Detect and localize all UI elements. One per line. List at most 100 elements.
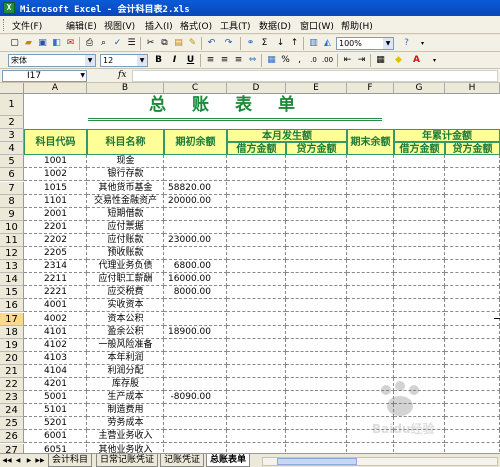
header-code[interactable]: 科目代码 [24,129,87,156]
grid-cell[interactable] [347,299,394,313]
align-center-icon[interactable]: ≡ [218,54,231,67]
opening-balance-cell[interactable]: 23000.00 [164,234,227,247]
header-credit[interactable]: 贷方金额 [286,142,347,156]
borders-icon[interactable]: ▦ [374,54,387,67]
account-name-cell[interactable]: 利润分配 [87,365,164,378]
grid-cell[interactable] [445,325,500,339]
tab-accounting-subjects[interactable]: 会计科目 [48,454,93,467]
zoom-select[interactable]: 100% ▼ [336,37,394,50]
grid-cell[interactable] [445,273,500,287]
column-header-e[interactable]: E [286,83,347,94]
grid-cell[interactable] [347,325,394,339]
grid-cell[interactable] [347,338,394,352]
undo-icon[interactable]: ↶ [205,37,218,50]
grid-cell[interactable] [445,364,500,378]
grid-cell[interactable] [445,312,500,326]
grid-cell[interactable] [445,299,500,313]
account-name-cell[interactable]: 交易性金融资产 [87,195,164,208]
grid-cell[interactable] [286,220,347,234]
sort-descending-icon[interactable]: ↑ [288,37,301,50]
grid-cell[interactable] [227,430,286,444]
account-name-cell[interactable]: 盈余公积 [87,326,164,339]
grid-cell[interactable] [394,247,445,261]
grid-cell[interactable] [286,260,347,274]
account-code-cell[interactable]: 6001 [24,430,87,443]
grid-cell[interactable] [347,233,394,247]
grid-cell[interactable] [286,338,347,352]
opening-balance-cell[interactable] [164,404,227,417]
grid-cell[interactable] [227,351,286,365]
grid-cell[interactable] [227,286,286,300]
menu-file[interactable]: 文件(F) [12,19,42,32]
grid-cell[interactable] [286,325,347,339]
grid-cell[interactable] [445,181,500,195]
opening-balance-cell[interactable]: 16000.00 [164,273,227,286]
account-name-cell[interactable]: 库存股 [87,378,164,391]
opening-balance-cell[interactable]: 58820.00 [164,182,227,195]
row-header-22[interactable]: 22 [0,378,24,392]
account-name-cell[interactable]: 短期借款 [87,208,164,221]
opening-balance-cell[interactable] [164,208,227,221]
grid-cell[interactable] [394,338,445,352]
drawing-icon[interactable]: ◭ [321,37,334,50]
grid-cell[interactable] [286,181,347,195]
account-code-cell[interactable]: 4001 [24,299,87,312]
grid-cell[interactable] [227,273,286,287]
grid-cell[interactable] [394,299,445,313]
opening-balance-cell[interactable] [164,417,227,430]
percent-button[interactable]: % [279,54,292,67]
row-header-3[interactable]: 3 [0,129,24,143]
row-header-17[interactable]: 17 [0,312,24,326]
merge-center-icon[interactable]: ⇔ [246,54,259,67]
account-code-cell[interactable]: 1002 [24,168,87,181]
grid-cell[interactable] [286,155,347,169]
header-name[interactable]: 科目名称 [87,129,164,156]
opening-balance-cell[interactable]: 8000.00 [164,286,227,299]
grid-cell[interactable] [227,168,286,182]
opening-balance-cell[interactable]: 6800.00 [164,260,227,273]
account-name-cell[interactable]: 主营业务收入 [87,430,164,443]
row-header-11[interactable]: 11 [0,233,24,247]
header-credit-ytd[interactable]: 贷方金额 [445,142,500,156]
grid-cell[interactable] [286,351,347,365]
menu-data[interactable]: 数据(D) [259,19,291,32]
row-header-16[interactable]: 16 [0,299,24,313]
grid-cell[interactable] [347,364,394,378]
decrease-indent-icon[interactable]: ⇤ [341,54,354,67]
tab-daily-vouchers[interactable]: 日常记账凭证 [96,454,159,467]
italic-button[interactable]: I [168,54,181,67]
account-code-cell[interactable]: 2202 [24,234,87,247]
menu-help[interactable]: 帮助(H) [341,19,373,32]
email-icon[interactable]: ✉ [64,37,77,50]
row-header-26[interactable]: 26 [0,430,24,444]
account-name-cell[interactable]: 现金 [87,155,164,168]
account-code-cell[interactable]: 1101 [24,195,87,208]
menu-edit[interactable]: 编辑(E) [66,19,97,32]
grid-cell[interactable] [227,194,286,208]
account-name-cell[interactable]: 其他业务收入 [87,444,164,454]
opening-balance-cell[interactable] [164,444,227,454]
grid-cell[interactable] [394,260,445,274]
header-debit[interactable]: 借方金额 [227,142,286,156]
grid-cell[interactable] [347,312,394,326]
grid-cell[interactable] [347,286,394,300]
row-header-19[interactable]: 19 [0,338,24,352]
row-header-24[interactable]: 24 [0,404,24,418]
column-header-b[interactable]: B [87,83,164,94]
account-code-cell[interactable]: 2201 [24,221,87,234]
permission-icon[interactable]: ◧ [50,37,63,50]
account-code-cell[interactable]: 4102 [24,339,87,352]
sort-ascending-icon[interactable]: ↓ [274,37,287,50]
menu-tools[interactable]: 工具(T) [220,19,251,32]
underline-button[interactable]: U [184,54,197,67]
row-header-10[interactable]: 10 [0,220,24,234]
grid-cell[interactable] [286,443,347,453]
grid-cell[interactable] [227,325,286,339]
grid-cell[interactable] [394,312,445,326]
grid-cell[interactable] [227,260,286,274]
account-name-cell[interactable]: 本年利润 [87,352,164,365]
chevron-down-icon[interactable]: ▼ [137,55,147,66]
toolbar-grip[interactable] [3,19,6,31]
menu-insert[interactable]: 插入(I) [145,19,173,32]
header-opening[interactable]: 期初余额 [164,129,227,156]
